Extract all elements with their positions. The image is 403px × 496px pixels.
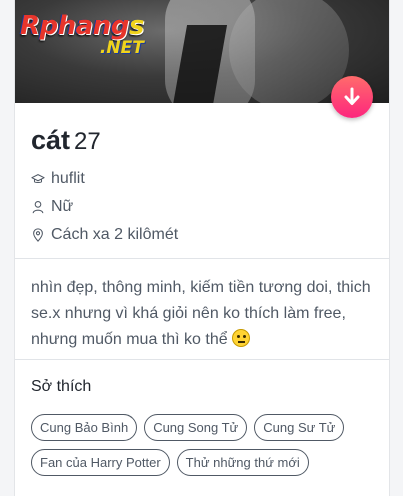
bio-section: nhìn đẹp, thông minh, kiếm tiền tương do…	[15, 259, 389, 359]
interest-tag: Fan của Harry Potter	[31, 449, 170, 476]
location-pin-icon	[33, 228, 43, 242]
watermark-sub-text: .NET	[99, 38, 144, 58]
interest-tag: Cung Song Tử	[144, 414, 248, 441]
person-icon	[32, 201, 44, 214]
profile-info: huflit Nữ Cách xa 2 kilômét	[15, 159, 389, 249]
photo-ribbon-shape	[172, 25, 228, 103]
watermark-suffix-text: s	[128, 11, 144, 41]
bio-text: nhìn đẹp, thông minh, kiếm tiền tương do…	[31, 279, 371, 348]
name-row: cát 27	[15, 103, 389, 159]
watermark-logo: Rphangs .NET	[20, 13, 144, 57]
watermark-main-text: Rphang	[20, 11, 129, 41]
interests-title: Sở thích	[31, 378, 92, 395]
distance-label: Cách xa 2 kilômét	[51, 226, 179, 243]
gender-label: Nữ	[51, 198, 74, 215]
interest-tag: Thử những thứ mới	[176, 449, 309, 476]
interest-tags: Cung Bảo Bình Cung Song Tử Cung Sư Tử Fa…	[31, 414, 373, 476]
gender-row: Nữ	[31, 193, 373, 221]
interest-tag: Cung Sư Tử	[254, 414, 345, 441]
graduation-cap-icon	[31, 174, 45, 184]
interest-tag: Cung Bảo Bình	[31, 414, 138, 441]
neutral-face-emoji-icon	[232, 329, 251, 347]
school-label: huflit	[51, 170, 85, 187]
school-row: huflit	[31, 165, 373, 193]
profile-name: cát	[31, 125, 71, 155]
distance-row: Cách xa 2 kilômét	[31, 221, 373, 249]
collapse-profile-button[interactable]	[331, 76, 373, 118]
arrow-down-icon	[344, 87, 360, 105]
profile-card: Rphangs .NET cát 27 huflit Nữ Cách xa 2 …	[14, 0, 390, 496]
profile-age: 27	[74, 128, 101, 155]
interests-section: Sở thích Cung Bảo Bình Cung Song Tử Cung…	[15, 360, 389, 476]
